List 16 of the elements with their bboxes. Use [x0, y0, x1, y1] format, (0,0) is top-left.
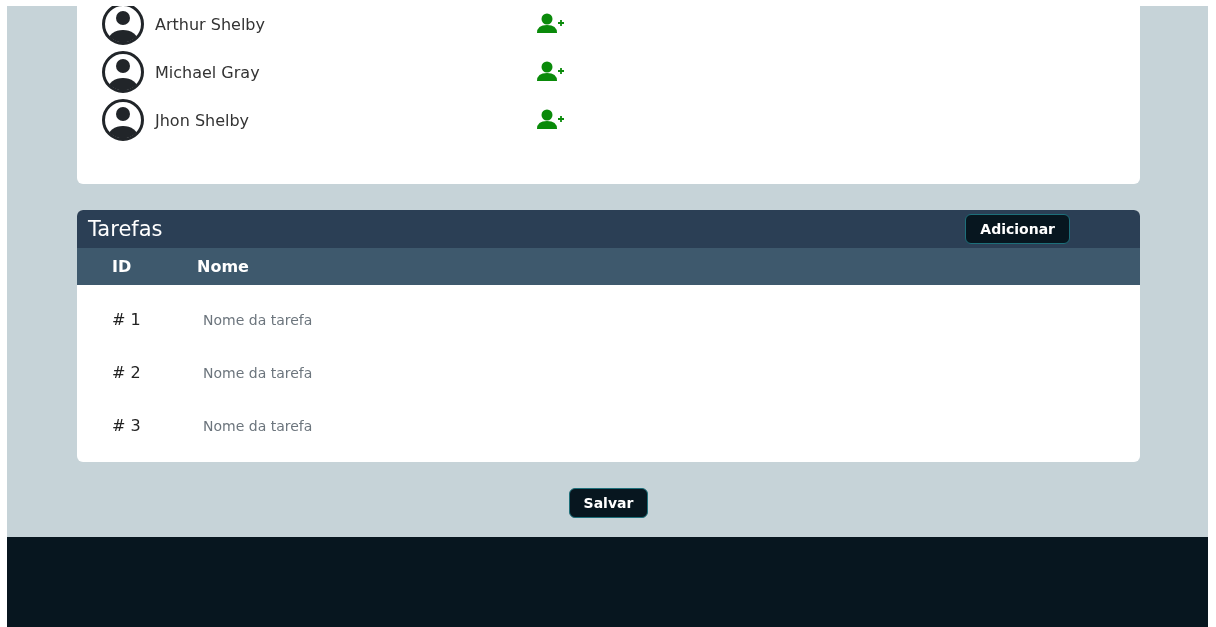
user-avatar-icon — [102, 51, 144, 93]
member-name: Jhon Shelby — [155, 110, 251, 130]
add-user-icon[interactable] — [537, 13, 565, 35]
tasks-title: Tarefas — [88, 217, 163, 241]
column-header: ID — [111, 257, 133, 276]
add-user-icon[interactable] — [537, 61, 565, 83]
user-avatar-icon — [102, 99, 144, 141]
member-name: Michael Gray — [155, 62, 261, 82]
task-id: # 2 — [111, 363, 142, 382]
save-button[interactable]: Salvar — [568, 488, 649, 518]
add-button[interactable]: Adicionar — [965, 214, 1070, 244]
member-name: Arthur Shelby — [155, 14, 266, 34]
task-id: # 3 — [111, 416, 142, 435]
add-user-icon[interactable] — [537, 109, 565, 131]
column-header: Nome — [197, 257, 249, 276]
task-id: # 1 — [111, 310, 142, 329]
